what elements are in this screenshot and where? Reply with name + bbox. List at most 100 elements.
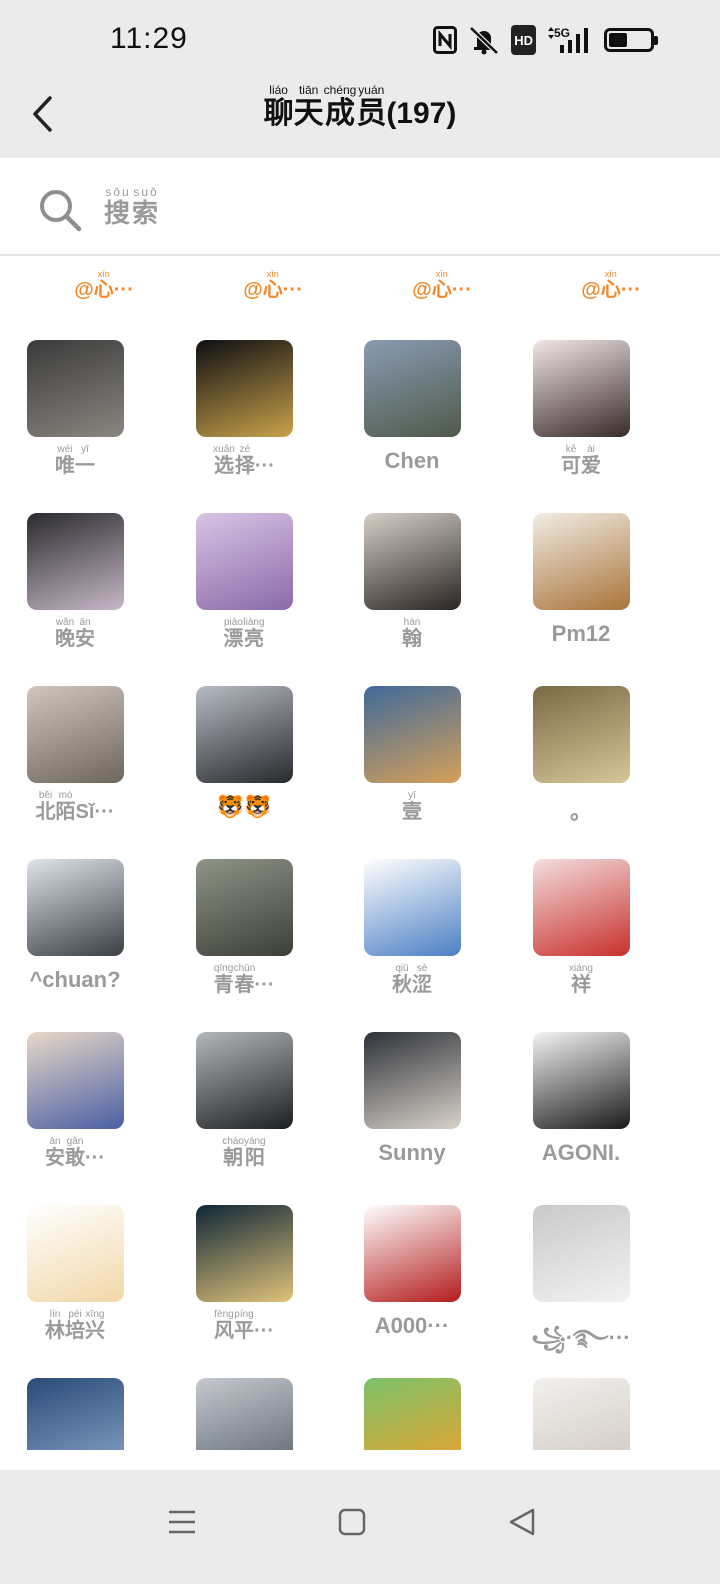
member-avatar[interactable] [364, 1378, 461, 1450]
member-avatar[interactable] [196, 340, 293, 437]
nav-back-icon [509, 1508, 535, 1536]
nfc-icon [433, 25, 458, 55]
nav-back-button[interactable] [500, 1500, 544, 1544]
member-avatar[interactable] [533, 1378, 630, 1450]
member-avatar[interactable] [364, 686, 461, 783]
member-item[interactable]: 安ān敢gǎn··· [0, 1032, 150, 1182]
member-count: (197) [386, 97, 457, 130]
title-char: 成chéng [323, 83, 357, 130]
member-item[interactable]: 🐯🐯 [169, 686, 319, 836]
hd-badge: HD [511, 25, 536, 55]
mention-row: @心xīn··· @心xīn··· @心xīn··· @心xīn··· [0, 269, 720, 310]
member-name: Pm12 [551, 621, 611, 646]
member-name: ^chuan? [29, 967, 121, 992]
member-name: Sunny [378, 1140, 446, 1165]
member-item[interactable]: 漂piào亮liàng [169, 513, 319, 663]
member-avatar[interactable] [364, 513, 461, 610]
member-name: 晚wǎn安ān [55, 617, 95, 650]
member-avatar[interactable] [364, 1032, 461, 1129]
member-name: 唯wéi一yī [55, 444, 95, 477]
member-avatar[interactable] [27, 1032, 124, 1129]
member-avatar[interactable] [196, 1378, 293, 1450]
home-button[interactable] [330, 1500, 374, 1544]
member-item[interactable]: 祥xiáng [506, 859, 656, 1009]
member-name: 青qīng春chūn··· [213, 963, 275, 996]
member-item[interactable]: 。 [506, 686, 656, 836]
status-time: 11:29 [110, 22, 188, 55]
member-name: 风fēng平píng··· [214, 1309, 274, 1342]
member-item[interactable]: 朝cháo阳yáng [169, 1032, 319, 1182]
member-avatar[interactable] [533, 1205, 630, 1302]
member-item[interactable]: 晚wǎn安ān [0, 513, 150, 663]
title-bar: 聊liáo天tiān成chéng员yuán(197) [0, 80, 720, 158]
member-avatar[interactable] [27, 340, 124, 437]
member-name: 林lín培péi兴xīng [45, 1309, 105, 1342]
member-item[interactable]: A000··· [337, 1205, 487, 1355]
member-item[interactable]: Pm12 [506, 513, 656, 663]
member-name: 安ān敢gǎn··· [45, 1136, 105, 1169]
member-item[interactable]: ꧁·࿐··· [506, 1205, 656, 1355]
member-avatar[interactable] [196, 686, 293, 783]
member-avatar[interactable] [364, 1205, 461, 1302]
signal-icon: 5G [546, 25, 594, 55]
status-icons: HD 5G [433, 24, 658, 56]
member-name: 秋qiū涩sè [392, 963, 432, 996]
member-item[interactable]: 壹yī [337, 686, 487, 836]
member-name: 🐯🐯 [216, 794, 272, 819]
member-avatar[interactable] [533, 1032, 630, 1129]
member-name: ꧁·࿐··· [531, 1325, 631, 1350]
member-avatar[interactable] [533, 859, 630, 956]
member-item[interactable]: Chen [337, 340, 487, 490]
title-char: 聊liáo [263, 83, 294, 130]
member-avatar[interactable] [533, 513, 630, 610]
member-avatar[interactable] [27, 1205, 124, 1302]
member-item[interactable]: 选xuǎn择zé··· [169, 340, 319, 490]
member-item[interactable] [506, 1378, 656, 1450]
member-item[interactable] [0, 1378, 150, 1450]
member-name: 朝cháo阳yáng [222, 1136, 266, 1169]
member-avatar[interactable] [364, 859, 461, 956]
member-name: Chen [384, 448, 440, 473]
member-item[interactable]: AGONI. [506, 1032, 656, 1182]
network-type: 5G [554, 26, 570, 40]
member-avatar[interactable] [27, 859, 124, 956]
member-avatar[interactable] [196, 859, 293, 956]
member-name: 北běi陌mòSǐ··· [35, 790, 115, 823]
member-avatar[interactable] [196, 1032, 293, 1129]
member-name: 壹yī [402, 790, 422, 823]
member-item[interactable]: 青qīng春chūn··· [169, 859, 319, 1009]
mention-item[interactable]: @心xīn··· [29, 269, 179, 302]
member-item[interactable]: 翰hàn [337, 513, 487, 663]
member-name: 。 [569, 799, 592, 824]
member-item[interactable]: 北běi陌mòSǐ··· [0, 686, 150, 836]
member-item[interactable]: 林lín培péi兴xīng [0, 1205, 150, 1355]
search-placeholder: 搜sōu索suǒ [104, 185, 161, 228]
member-name: 漂piào亮liàng [223, 617, 265, 650]
member-avatar[interactable] [27, 1378, 124, 1450]
member-avatar[interactable] [533, 686, 630, 783]
member-item[interactable]: 可kě爱ài [506, 340, 656, 490]
member-avatar[interactable] [27, 513, 124, 610]
status-bar: 11:29 HD 5G [0, 0, 720, 80]
member-avatar[interactable] [364, 340, 461, 437]
member-item[interactable] [337, 1378, 487, 1450]
member-item[interactable]: 唯wéi一yī [0, 340, 150, 490]
member-avatar[interactable] [27, 686, 124, 783]
member-item[interactable]: Sunny [337, 1032, 487, 1182]
member-avatar[interactable] [533, 340, 630, 437]
member-name: 可kě爱ài [561, 444, 601, 477]
member-item[interactable]: 秋qiū涩sè [337, 859, 487, 1009]
member-avatar[interactable] [196, 1205, 293, 1302]
member-name: 选xuǎn择zé··· [213, 444, 275, 477]
member-avatar[interactable] [196, 513, 293, 610]
mention-item[interactable]: @心xīn··· [367, 269, 517, 302]
mention-item[interactable]: @心xīn··· [536, 269, 686, 302]
menu-button[interactable] [160, 1500, 204, 1544]
member-name: 祥xiáng [569, 963, 593, 996]
member-item[interactable] [169, 1378, 319, 1450]
member-item[interactable]: 风fēng平píng··· [169, 1205, 319, 1355]
search-bar[interactable]: 搜sōu索suǒ [0, 158, 720, 256]
mention-item[interactable]: @心xīn··· [198, 269, 348, 302]
battery-icon [604, 25, 658, 55]
member-item[interactable]: ^chuan? [0, 859, 150, 1009]
